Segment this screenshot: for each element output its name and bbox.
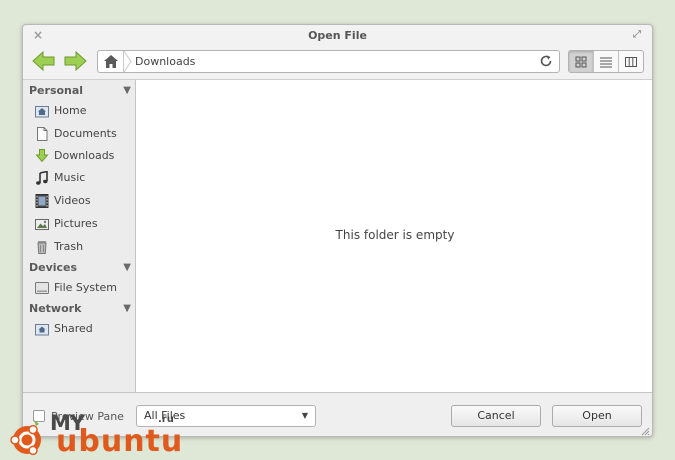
icon-view-button[interactable]: [569, 51, 594, 72]
sidebar-item-label: Documents: [54, 127, 117, 140]
sidebar-section-network[interactable]: Network ▼: [29, 301, 131, 317]
resize-grip-icon[interactable]: [640, 426, 650, 436]
sidebar-item-videos[interactable]: Videos: [35, 192, 133, 210]
collapse-toggle-icon[interactable]: ▼: [123, 260, 131, 276]
section-title: Devices: [29, 261, 78, 274]
open-file-dialog: × Open File ⤢ Downloads Personal ▼ Home …: [22, 24, 653, 437]
sidebar-section-devices[interactable]: Devices ▼: [29, 260, 131, 276]
section-title: Personal: [29, 84, 84, 97]
sidebar-item-downloads[interactable]: Downloads: [35, 147, 133, 165]
open-button[interactable]: Open: [552, 405, 642, 427]
collapse-toggle-icon[interactable]: ▼: [123, 301, 131, 317]
sidebar-item-shared[interactable]: Shared: [35, 320, 133, 338]
collapse-toggle-icon[interactable]: ▼: [123, 83, 131, 99]
sidebar-item-label: Trash: [54, 240, 84, 253]
sidebar-item-label: Home: [54, 104, 87, 117]
sidebar-item-label: File System: [54, 281, 117, 294]
back-button[interactable]: [32, 50, 56, 72]
empty-folder-message: This folder is empty: [335, 228, 455, 242]
watermark-ubuntu-text: ubuntu: [56, 424, 184, 459]
section-title: Network: [29, 302, 82, 315]
list-view-icon: [600, 57, 612, 67]
title-bar: × Open File ⤢: [23, 25, 652, 47]
site-watermark: MY .ru ubuntu: [6, 410, 186, 460]
sidebar-item-documents[interactable]: Documents: [35, 125, 133, 143]
sidebar: Personal ▼ Home Documents Downloads Musi…: [23, 79, 136, 392]
maximize-icon[interactable]: ⤢: [631, 29, 643, 41]
network-folder-icon: [35, 324, 49, 336]
sidebar-item-music[interactable]: Music: [35, 169, 133, 187]
sidebar-item-file-system[interactable]: File System: [35, 279, 133, 297]
trash-icon: [37, 241, 47, 254]
forward-arrow-icon: [64, 50, 87, 72]
sidebar-item-home[interactable]: Home: [35, 102, 133, 120]
document-icon: [37, 127, 48, 141]
window-title: Open File: [308, 29, 367, 42]
drive-icon: [35, 282, 49, 294]
forward-button[interactable]: [63, 50, 87, 72]
sidebar-item-label: Videos: [54, 194, 91, 207]
cancel-button[interactable]: Cancel: [451, 405, 541, 427]
sidebar-section-personal[interactable]: Personal ▼: [29, 83, 131, 99]
file-view[interactable]: This folder is empty: [136, 79, 652, 392]
sidebar-item-trash[interactable]: Trash: [35, 238, 133, 256]
back-arrow-icon: [32, 50, 55, 72]
music-icon: [36, 171, 48, 185]
close-icon[interactable]: ×: [32, 29, 44, 41]
path-separator-icon: [124, 51, 132, 72]
download-icon: [35, 149, 49, 163]
sidebar-item-label: Downloads: [54, 149, 115, 162]
column-view-button[interactable]: [619, 51, 643, 72]
path-bar[interactable]: Downloads: [97, 50, 560, 73]
path-home-button[interactable]: [98, 51, 124, 72]
picture-icon: [35, 219, 49, 230]
sidebar-item-label: Pictures: [54, 217, 98, 230]
home-folder-icon: [35, 106, 49, 118]
video-icon: [35, 194, 49, 208]
toolbar: Downloads: [23, 47, 652, 77]
chevron-down-icon: ▼: [301, 411, 308, 420]
sidebar-item-label: Shared: [54, 322, 93, 335]
sidebar-item-label: Music: [54, 171, 86, 184]
list-view-button[interactable]: [594, 51, 619, 72]
path-crumb-downloads[interactable]: Downloads: [135, 51, 195, 72]
sidebar-item-pictures[interactable]: Pictures: [35, 215, 133, 233]
view-switcher: [568, 50, 644, 73]
home-icon: [104, 55, 118, 68]
column-view-icon: [625, 56, 637, 67]
ubuntu-logo-icon: [10, 420, 41, 456]
icon-view-icon: [575, 56, 587, 67]
refresh-icon[interactable]: [539, 54, 553, 68]
